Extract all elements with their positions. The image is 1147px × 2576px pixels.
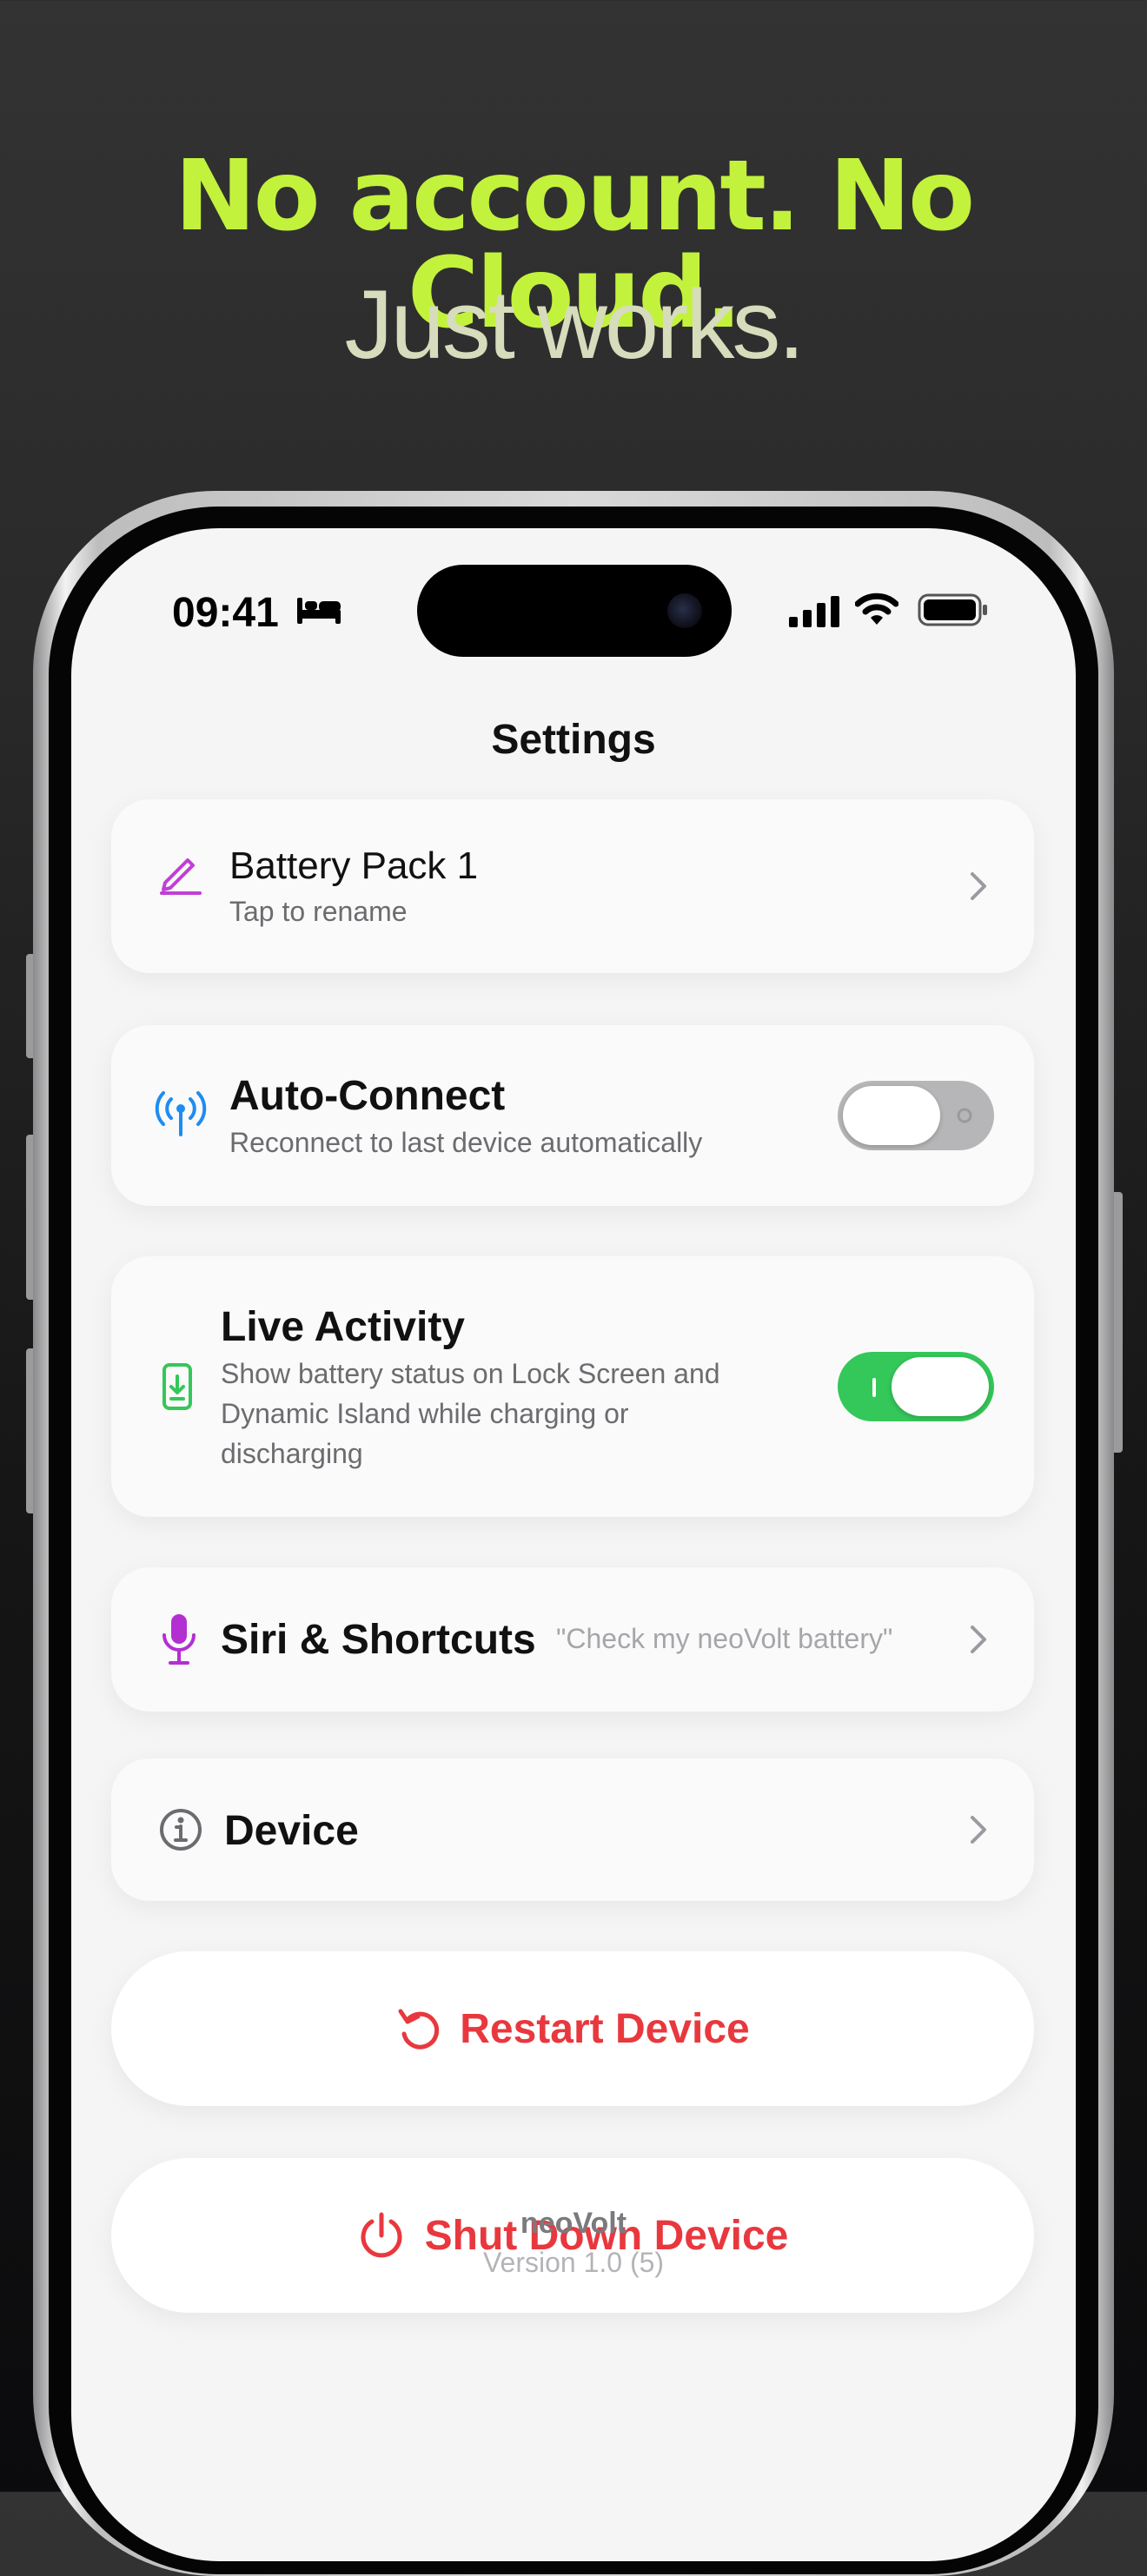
restart-icon (398, 2009, 440, 2050)
dynamic-island (417, 565, 732, 657)
battery-icon (918, 593, 987, 626)
bed-icon (297, 598, 341, 624)
antenna-icon (155, 1091, 207, 1136)
live-activity-subtitle-line-1: Show battery status on Lock Screen and (221, 1358, 720, 1389)
phone-download-icon (162, 1363, 192, 1410)
chevron-right-icon (971, 1626, 986, 1653)
auto-connect-title: Auto-Connect (229, 1073, 506, 1119)
live-activity-subtitle-line-2: Dynamic Island while charging or (221, 1398, 629, 1429)
info-icon (160, 1809, 202, 1851)
toggle-knob (843, 1086, 940, 1145)
siri-shortcuts-hint: "Check my neoVolt battery" (556, 1623, 893, 1654)
chevron-right-icon (971, 1816, 986, 1844)
toggle-knob (892, 1357, 989, 1416)
device-title: Device (224, 1808, 359, 1854)
live-activity-subtitle-line-3: discharging (221, 1438, 363, 1469)
live-activity-row: Live Activity Show battery status on Loc… (111, 1256, 1034, 1517)
toggle-off-indicator-icon (957, 1108, 972, 1123)
pencil-icon (160, 858, 202, 895)
restart-device-button[interactable]: Restart Device (111, 1951, 1034, 2106)
promo-subheadline: Just works. (344, 270, 805, 379)
chevron-right-icon (971, 872, 986, 900)
cellular-signal-icon (789, 596, 839, 627)
wifi-icon (855, 593, 898, 625)
page-title: Settings (491, 717, 656, 763)
siri-shortcuts-row[interactable]: Siri & Shortcuts "Check my neoVolt batte… (111, 1567, 1034, 1712)
siri-shortcuts-title: Siri & Shortcuts (221, 1617, 536, 1663)
restart-device-label: Restart Device (460, 2005, 750, 2052)
battery-pack-rename-row[interactable]: Battery Pack 1 Tap to rename (111, 799, 1034, 973)
battery-pack-name: Battery Pack 1 (229, 844, 479, 887)
auto-connect-row: Auto-Connect Reconnect to last device au… (111, 1025, 1034, 1206)
live-activity-toggle[interactable] (838, 1352, 994, 1421)
device-row[interactable]: Device (111, 1758, 1034, 1901)
toggle-on-indicator-icon (872, 1378, 876, 1397)
microphone-icon (162, 1614, 196, 1665)
battery-pack-subtitle: Tap to rename (229, 896, 408, 927)
live-activity-title: Live Activity (221, 1304, 465, 1350)
phone-screen: 09:41 Settings Battery Pack 1 Tap to ren… (71, 528, 1076, 2561)
app-name: neoVolt (520, 2207, 627, 2240)
front-camera (667, 593, 702, 628)
app-version: Version 1.0 (5) (482, 2247, 665, 2278)
auto-connect-toggle[interactable] (838, 1081, 994, 1150)
status-time: 09:41 (172, 590, 279, 636)
auto-connect-subtitle: Reconnect to last device automatically (229, 1127, 703, 1158)
